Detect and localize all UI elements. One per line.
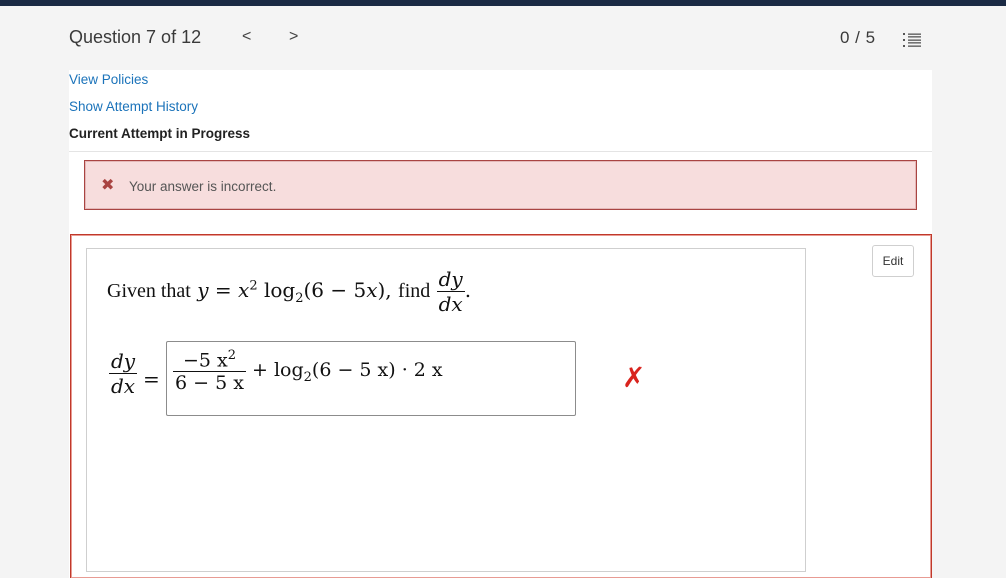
view-policies-link[interactable]: View Policies (69, 72, 148, 87)
answer-numerator-exponent: 2 (227, 348, 236, 363)
edit-button[interactable]: Edit (872, 245, 914, 277)
next-question-button[interactable]: > (289, 28, 298, 46)
answer-log: + log (251, 359, 304, 382)
find-text: find (398, 280, 431, 302)
question-counter: Question 7 of 12 (69, 27, 202, 47)
error-icon: ✖ (101, 177, 115, 194)
attempt-status: Current Attempt in Progress (69, 126, 251, 141)
equals-sign: = (143, 367, 160, 391)
answer-numerator: −5 x (182, 349, 228, 372)
answer-expression: −5 x2 6 − 5 x + log2(6 − 5 x) · 2 x (173, 348, 443, 394)
incorrect-alert: ✖ Your answer is incorrect. (84, 160, 917, 210)
question-panel: View Policies Show Attempt History Curre… (69, 70, 932, 578)
question-content: Given that y = x2 log2(6 − 5x), find dy d… (86, 248, 806, 572)
answer-denominator: 6 − 5 x (173, 371, 246, 395)
question-header: Question 7 of 12 < > 0 / 5 (0, 6, 1006, 70)
answer-input[interactable]: −5 x2 6 − 5 x + log2(6 − 5 x) · 2 x (166, 341, 576, 416)
question-list-icon[interactable] (903, 32, 921, 53)
answer-fraction: −5 x2 6 − 5 x (173, 348, 246, 394)
given-text: Given that (107, 280, 191, 302)
dy-dx-fraction: dy dx (436, 267, 465, 316)
question-prompt: Given that y = x2 log2(6 − 5x), find dy d… (107, 267, 472, 316)
score-display: 0 / 5 (840, 28, 876, 47)
incorrect-x-icon: ✗ (622, 361, 646, 394)
answer-lhs: dy dx (109, 349, 138, 398)
previous-question-button[interactable]: < (242, 28, 251, 46)
show-attempt-history-link[interactable]: Show Attempt History (69, 99, 198, 114)
alert-message: Your answer is incorrect. (129, 179, 277, 194)
answer-log-base: 2 (303, 369, 312, 385)
answer-tail: (6 − 5 x) · 2 x (311, 359, 443, 382)
divider (69, 151, 932, 152)
